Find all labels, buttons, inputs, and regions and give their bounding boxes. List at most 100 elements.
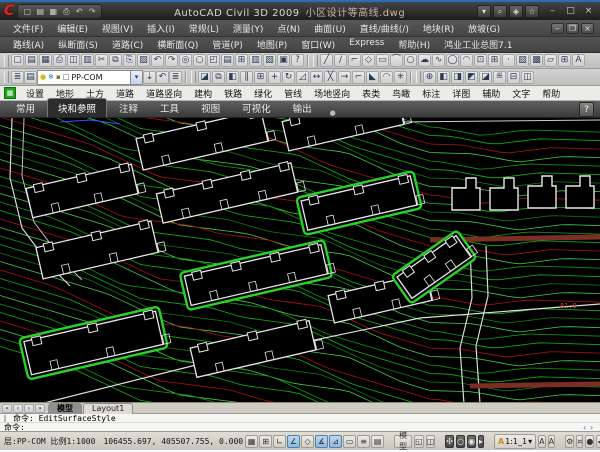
annotation-visibility-icon[interactable]: A [538, 435, 545, 448]
hongye-menu-item-16[interactable]: 帮助 [536, 87, 566, 100]
publish-icon[interactable]: ▥ [81, 54, 94, 67]
maximize-button[interactable]: □ [563, 5, 578, 18]
hatch-icon[interactable]: ▨ [516, 54, 529, 67]
annotate-2-icon[interactable]: ≝ [493, 71, 506, 84]
gradient-icon[interactable]: ▩ [530, 54, 543, 67]
lwt-toggle[interactable]: ≡ [357, 435, 370, 448]
hongye-menu-item-0[interactable]: 设置 [20, 87, 50, 100]
osnap-toggle[interactable]: ◇ [301, 435, 314, 448]
redo-icon[interactable]: ↷ [165, 54, 178, 67]
ribbon-tab-0[interactable]: 常用 [6, 99, 45, 117]
menu1-item-0[interactable]: 文件(F) [6, 21, 50, 36]
cut-icon[interactable]: ✂ [95, 54, 108, 67]
ribbon-tab-3[interactable]: 工具 [150, 99, 189, 117]
ortho-toggle[interactable]: ∟ [273, 435, 286, 448]
dyn-toggle[interactable]: ▭ [343, 435, 356, 448]
hongye-menu-item-11[interactable]: 鸟瞰 [386, 87, 416, 100]
hongye-menu-item-8[interactable]: 管线 [278, 87, 308, 100]
favorites-icon[interactable]: ☆ [525, 5, 539, 18]
trusted-dwg-icon[interactable]: ✔ [596, 435, 600, 448]
draworder-front-icon[interactable]: ⊕ [423, 71, 436, 84]
save-button[interactable]: ▦ [47, 5, 59, 18]
draworder-under-icon[interactable]: ◩ [465, 71, 478, 84]
hongye-menu-item-15[interactable]: 文字 [506, 87, 536, 100]
doc-minimize-button[interactable]: – [551, 23, 564, 34]
command-line-window[interactable]: 命令: EditSurfaceStyle 命令: ‹› [0, 414, 600, 432]
annotate-3-icon[interactable]: ⊟ [507, 71, 520, 84]
hongye-menu-item-5[interactable]: 建构 [188, 87, 218, 100]
markup-set-manager-icon[interactable]: ▣ [277, 54, 290, 67]
offset-icon[interactable]: ∥ [240, 71, 253, 84]
menu1-item-5[interactable]: 测量(Y) [226, 21, 271, 36]
make-object-layer-current-icon[interactable]: ⇣ [143, 71, 156, 84]
ribbon-tab-1[interactable]: 块和参照 [47, 98, 107, 117]
menu2-item-0[interactable]: 路线(A) [6, 37, 51, 52]
last-tab-button[interactable]: » [35, 404, 45, 413]
menu1-item-8[interactable]: 直线/曲线(/) [353, 21, 416, 36]
help-icon[interactable]: ? [291, 54, 304, 67]
layer-dropdown[interactable]: ●❄▪□PP-COM [37, 70, 131, 85]
undo-icon[interactable]: ↶ [151, 54, 164, 67]
command-grip[interactable] [4, 415, 10, 422]
hongye-menu-item-14[interactable]: 辅助 [476, 87, 506, 100]
minimize-button[interactable]: – [545, 5, 560, 18]
tool-palettes-icon[interactable]: ▥ [249, 54, 262, 67]
menu1-item-2[interactable]: 视图(V) [95, 21, 140, 36]
hongye-menu-item-9[interactable]: 场地竖向 [308, 87, 356, 100]
layer-previous-icon[interactable]: ↶ [156, 71, 169, 84]
polyline-icon[interactable]: ⌐ [348, 54, 361, 67]
ribbon-tab-5[interactable]: 可视化 [232, 99, 281, 117]
annotate-1-icon[interactable]: ◪ [479, 71, 492, 84]
polygon-icon[interactable]: ◇ [362, 54, 375, 67]
properties-icon[interactable]: ▤ [221, 54, 234, 67]
rotate-icon[interactable]: ↻ [282, 71, 295, 84]
menu1-item-4[interactable]: 常规(L) [182, 21, 226, 36]
grid-toggle[interactable]: ⊞ [259, 435, 272, 448]
array-icon[interactable]: ⊞ [254, 71, 267, 84]
trim-icon[interactable]: ╳ [324, 71, 337, 84]
draworder-above-icon[interactable]: ◨ [451, 71, 464, 84]
toolbar-lock-icon[interactable]: ¤ [576, 435, 583, 448]
hongye-menu-item-13[interactable]: 详图 [446, 87, 476, 100]
move-icon[interactable]: + [268, 71, 281, 84]
model-space-button[interactable]: 模型 [394, 435, 412, 448]
ribbon-tab-2[interactable]: 注释 [109, 99, 148, 117]
copy-clip-icon[interactable]: ⧉ [109, 54, 122, 67]
otrack-toggle[interactable]: ∡ [315, 435, 328, 448]
save-icon[interactable]: ▦ [39, 54, 52, 67]
drawing-canvas[interactable]: 81.9 [0, 118, 600, 403]
doc-restore-button[interactable]: ❐ [566, 23, 579, 34]
toolbar-grip[interactable] [313, 55, 318, 67]
communication-center-icon[interactable]: ◈ [509, 5, 523, 18]
explode-icon[interactable]: ✳ [394, 71, 407, 84]
open-icon[interactable]: ▤ [25, 54, 38, 67]
menu1-item-10[interactable]: 放坡(G) [461, 21, 507, 36]
redo-button[interactable]: ↷ [86, 5, 98, 18]
ribbon-tab-4[interactable]: 视图 [191, 99, 230, 117]
scale-icon[interactable]: ◿ [296, 71, 309, 84]
new-button[interactable]: ▢ [21, 5, 33, 18]
toolbar-grip[interactable] [416, 71, 421, 83]
ribbon-minimize-icon[interactable]: ● [330, 109, 336, 117]
menu2-item-9[interactable]: 鸿业工业总图7.1 [437, 37, 519, 52]
menu2-item-2[interactable]: 道路(C) [105, 37, 150, 52]
break-icon[interactable]: ⌐ [352, 71, 365, 84]
menu2-item-1[interactable]: 纵断面(S) [51, 37, 105, 52]
toolbar-grip[interactable] [4, 55, 9, 67]
undo-button[interactable]: ↶ [73, 5, 85, 18]
match-properties-icon[interactable]: ▨ [137, 54, 150, 67]
menu1-item-9[interactable]: 地块(R) [416, 21, 461, 36]
command-input-row[interactable]: 命令: ‹› [0, 423, 600, 432]
menu2-item-7[interactable]: Express [342, 37, 391, 52]
menu2-item-8[interactable]: 帮助(H) [391, 37, 437, 52]
zoom-window-icon[interactable]: ◰ [207, 54, 220, 67]
prev-tab-button[interactable]: ‹ [13, 404, 23, 413]
first-tab-button[interactable]: « [2, 404, 12, 413]
menu2-item-6[interactable]: 窗口(W) [294, 37, 342, 52]
steering-wheel-icon[interactable]: ◉ [467, 435, 476, 448]
layer-isolate-icon[interactable]: ≣ [169, 71, 182, 84]
snap-toggle[interactable]: ▦ [245, 435, 258, 448]
hongye-menu-item-3[interactable]: 道路 [110, 87, 140, 100]
layout-quickview-icon[interactable]: ◱ [414, 435, 424, 448]
menu1-item-3[interactable]: 插入(I) [140, 21, 182, 36]
